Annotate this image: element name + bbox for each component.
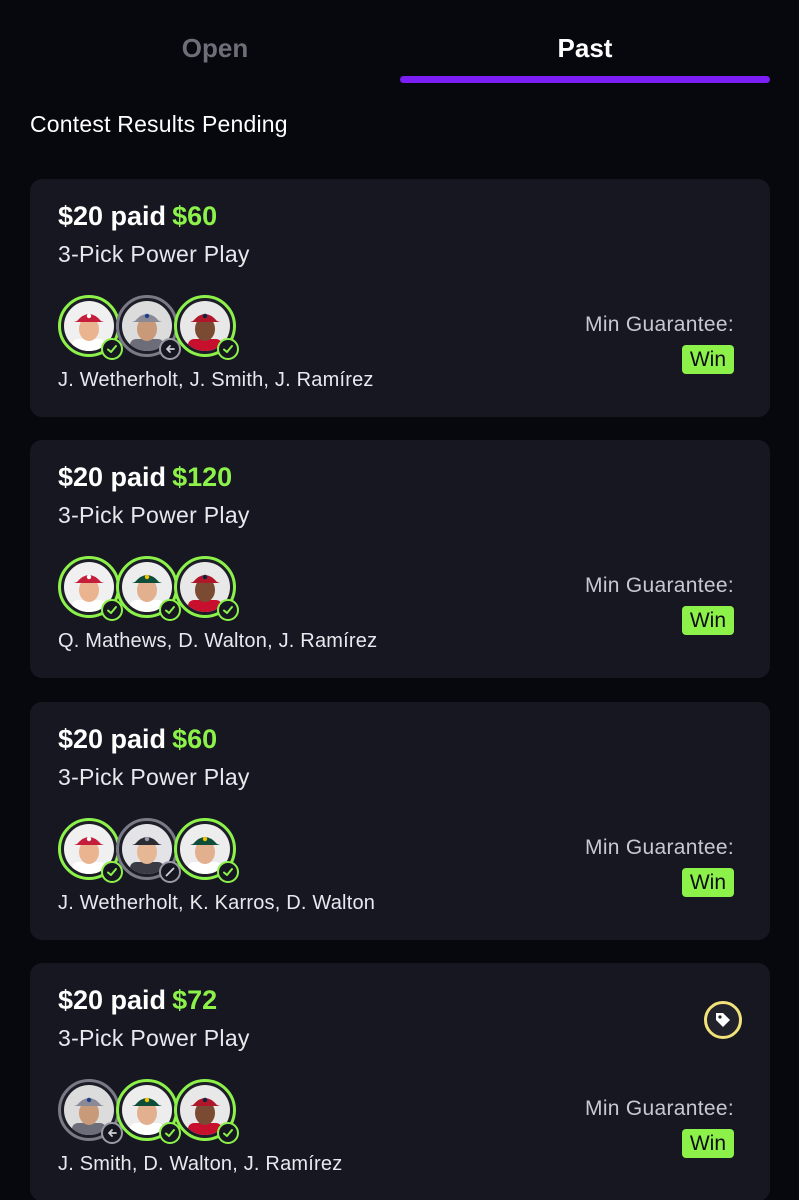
player-avatars bbox=[58, 1079, 258, 1144]
player-avatars bbox=[58, 556, 258, 621]
contest-card[interactable]: $20 paid $120 3-Pick Power Play Q. Mathews,… bbox=[30, 440, 770, 678]
entry-paid: $20 paid bbox=[58, 985, 167, 1015]
player-avatar bbox=[116, 1079, 181, 1144]
player-avatar bbox=[116, 556, 181, 621]
win-badge: Win bbox=[681, 868, 734, 897]
player-names: J. Wetherholt, J. Smith, J. Ramírez bbox=[58, 369, 374, 391]
payout-amount: $120 bbox=[172, 462, 233, 492]
min-guarantee-label: Min Guarantee: bbox=[585, 574, 734, 597]
player-avatar bbox=[58, 295, 123, 360]
entry-paid: $20 paid bbox=[58, 201, 167, 231]
card-headline: $20 paid $60 bbox=[58, 724, 217, 755]
card-headline: $20 paid $60 bbox=[58, 201, 217, 232]
contest-card[interactable]: $20 paid $72 3-Pick Power Play J. Smith, D.… bbox=[30, 963, 770, 1200]
player-avatar bbox=[116, 295, 181, 360]
player-names: J. Smith, D. Walton, J. Ramírez bbox=[58, 1153, 343, 1175]
tab-past[interactable]: Past bbox=[400, 30, 770, 70]
tab-open[interactable]: Open bbox=[30, 30, 400, 70]
payout-amount: $72 bbox=[172, 985, 218, 1015]
contest-type: 3-Pick Power Play bbox=[58, 241, 250, 267]
player-avatars bbox=[58, 295, 258, 360]
contest-card[interactable]: $20 paid $60 3-Pick Power Play J. Wetherhol… bbox=[30, 179, 770, 417]
section-title: Contest Results Pending bbox=[30, 111, 288, 137]
contest-card[interactable]: $20 paid $60 3-Pick Power Play J. Wetherhol… bbox=[30, 702, 770, 940]
min-guarantee-label: Min Guarantee: bbox=[585, 836, 734, 859]
contest-type: 3-Pick Power Play bbox=[58, 502, 250, 528]
player-avatar bbox=[58, 818, 123, 883]
contest-type: 3-Pick Power Play bbox=[58, 764, 250, 790]
entry-paid: $20 paid bbox=[58, 724, 167, 754]
player-avatar bbox=[174, 295, 239, 360]
player-names: Q. Mathews, D. Walton, J. Ramírez bbox=[58, 630, 378, 652]
check-icon bbox=[217, 861, 239, 883]
player-avatars bbox=[58, 818, 258, 883]
win-badge: Win bbox=[681, 606, 734, 635]
payout-amount: $60 bbox=[172, 201, 218, 231]
entry-paid: $20 paid bbox=[58, 462, 167, 492]
check-icon bbox=[217, 1122, 239, 1144]
player-avatar bbox=[174, 818, 239, 883]
player-names: J. Wetherholt, K. Karros, D. Walton bbox=[58, 892, 376, 914]
player-avatar bbox=[116, 818, 181, 883]
card-headline: $20 paid $72 bbox=[58, 985, 217, 1016]
min-guarantee-label: Min Guarantee: bbox=[585, 1097, 734, 1120]
check-icon bbox=[217, 338, 239, 360]
contest-type: 3-Pick Power Play bbox=[58, 1025, 250, 1051]
active-tab-indicator bbox=[400, 76, 770, 83]
card-headline: $20 paid $120 bbox=[58, 462, 232, 493]
player-avatar bbox=[58, 556, 123, 621]
player-avatar bbox=[58, 1079, 123, 1144]
win-badge: Win bbox=[681, 1129, 734, 1158]
min-guarantee-label: Min Guarantee: bbox=[585, 313, 734, 336]
win-badge: Win bbox=[681, 345, 734, 374]
price-tag-icon[interactable] bbox=[704, 1001, 742, 1039]
check-icon bbox=[217, 599, 239, 621]
player-avatar bbox=[174, 556, 239, 621]
tab-bar: Open Past bbox=[0, 0, 799, 90]
payout-amount: $60 bbox=[172, 724, 218, 754]
player-avatar bbox=[174, 1079, 239, 1144]
